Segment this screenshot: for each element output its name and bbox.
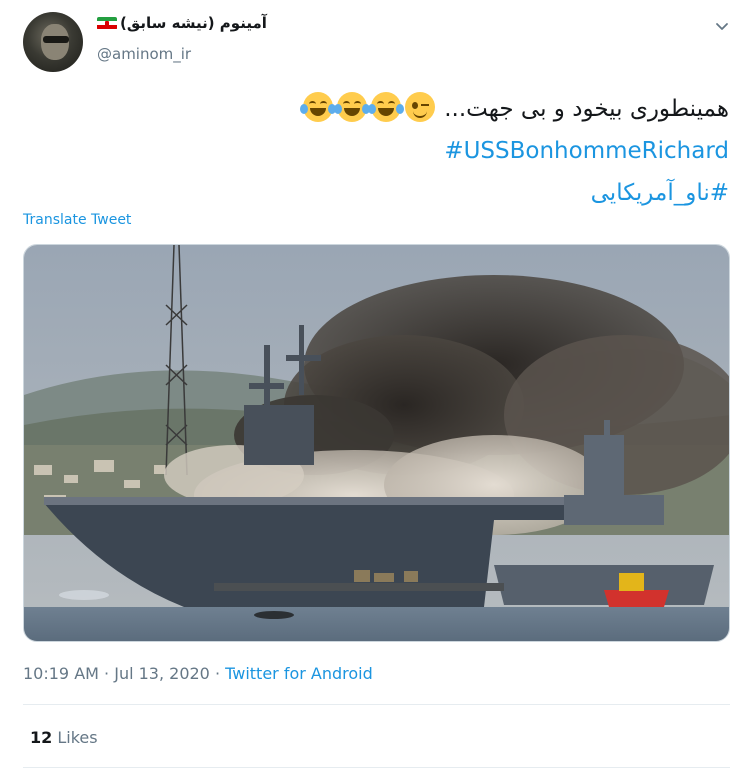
divider <box>23 704 730 705</box>
avatar[interactable] <box>23 12 83 72</box>
ship-fire-photo <box>24 245 729 641</box>
iran-flag-icon <box>97 16 117 30</box>
tweet-source-link[interactable]: Twitter for Android <box>225 664 373 683</box>
translate-tweet-link[interactable]: Translate Tweet <box>23 212 131 228</box>
avatar-glasses <box>43 36 69 43</box>
meta-separator: · <box>98 664 115 683</box>
tweet-meta: 10:19 AM · Jul 13, 2020 · Twitter for An… <box>23 664 373 683</box>
display-name[interactable]: آمینوم (نیشه سابق) <box>97 14 267 32</box>
face-with-tears-of-joy-icon <box>333 92 370 122</box>
tweet-photo[interactable] <box>23 244 730 642</box>
user-handle[interactable]: @aminom_ir <box>97 45 191 63</box>
tweet-date[interactable]: Jul 13, 2020 <box>114 664 210 683</box>
hashtag-link[interactable]: #ناو_آمریکایی <box>591 180 729 206</box>
likes-count: 12 <box>30 728 53 747</box>
meta-separator: · <box>209 664 226 683</box>
display-name-text: آمینوم (نیشه سابق) <box>120 14 267 32</box>
winking-face-icon <box>404 92 435 122</box>
tweet-card: آمینوم (نیشه سابق) @aminom_ir همینطوری ب… <box>0 0 751 768</box>
face-with-tears-of-joy-icon <box>367 92 404 122</box>
likes-link[interactable]: 12 Likes <box>30 728 98 747</box>
face-with-tears-of-joy-icon <box>299 92 336 122</box>
tweet-text-line: همینطوری بیخود و بی جهت... <box>129 88 729 130</box>
hashtag-link[interactable]: #USSBonhommeRichard <box>444 138 729 164</box>
tweet-text-content: همینطوری بیخود و بی جهت... <box>444 96 729 122</box>
chevron-down-icon[interactable] <box>713 18 731 36</box>
likes-label: Likes <box>57 728 98 747</box>
tweet-time[interactable]: 10:19 AM <box>23 664 99 683</box>
tweet-text: همینطوری بیخود و بی جهت... #USSBonhommeR… <box>129 88 729 214</box>
